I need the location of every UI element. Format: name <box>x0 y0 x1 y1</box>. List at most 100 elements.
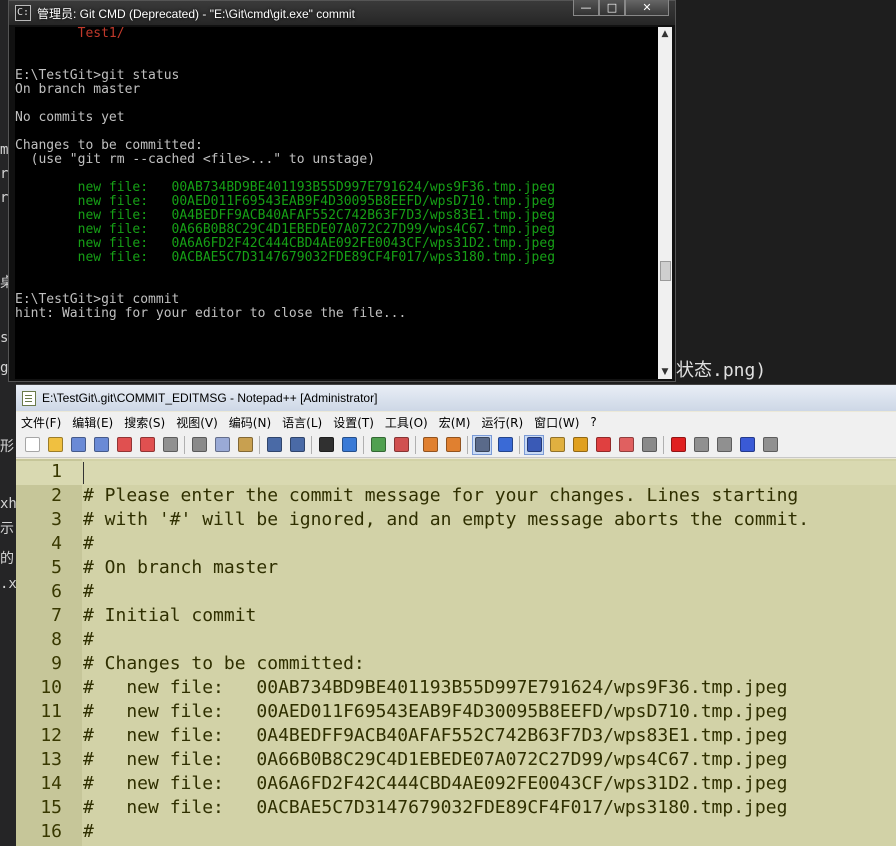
cmd-window[interactable]: C: 管理员: Git CMD (Deprecated) - "E:\Git\c… <box>8 0 676 382</box>
close-all-icon[interactable] <box>137 435 157 455</box>
editor-line[interactable]: 1 <box>16 461 896 485</box>
replace-icon[interactable] <box>339 435 359 455</box>
console-line: No commits yet <box>15 110 125 125</box>
save-icon[interactable] <box>68 435 88 455</box>
open-file-icon-glyph <box>47 437 63 452</box>
menu-item[interactable]: 语言(L) <box>277 414 328 431</box>
menu-item[interactable]: 窗口(W) <box>529 414 585 431</box>
editor-line[interactable]: 7 # Initial commit <box>16 605 896 629</box>
menu-item[interactable]: 编码(N) <box>224 414 277 431</box>
editor-line[interactable]: 2 # Please enter the commit message for y… <box>16 485 896 509</box>
find-icon[interactable] <box>316 435 336 455</box>
line-number: 13 <box>40 749 62 770</box>
editor-line[interactable]: 10 # new file: 00AB734BD9BE401193B55D997E… <box>16 677 896 701</box>
console-line: new file: 00AED011F69543EAB9F4D30095B8EE… <box>15 194 556 209</box>
close-file-icon[interactable] <box>114 435 134 455</box>
background-fragment: 的 <box>0 551 14 567</box>
word-wrap-icon-glyph <box>474 437 490 452</box>
show-all-chars-icon[interactable] <box>495 435 515 455</box>
menu-item[interactable]: 运行(R) <box>476 414 529 431</box>
menu-item[interactable]: 搜索(S) <box>119 414 171 431</box>
toolbar-separator <box>259 435 260 454</box>
line-number: 5 <box>51 557 62 578</box>
maximize-button[interactable]: □ <box>599 0 625 16</box>
save-all-icon[interactable] <box>91 435 111 455</box>
word-wrap-icon[interactable] <box>472 434 492 455</box>
editor-line[interactable]: 12 # new file: 0A4BEDFF9ACB40AFAF552C742B… <box>16 725 896 749</box>
monitoring-icon-glyph <box>641 437 657 452</box>
monitoring-icon[interactable] <box>639 435 659 455</box>
menu-item[interactable]: 宏(M) <box>434 414 477 431</box>
cmd-scrollbar[interactable]: ▲ ▼ <box>658 27 672 379</box>
paste-icon[interactable] <box>235 435 255 455</box>
menu-item[interactable]: 视图(V) <box>171 414 224 431</box>
sync-horizontal-icon[interactable] <box>443 435 463 455</box>
copy-icon[interactable] <box>212 435 232 455</box>
scroll-thumb[interactable] <box>660 261 671 281</box>
cmd-window-controls: — □ ✕ <box>573 0 669 18</box>
redo-icon[interactable] <box>287 435 307 455</box>
open-file-icon[interactable] <box>45 435 65 455</box>
zoom-in-icon-glyph <box>370 437 386 452</box>
document-map-icon[interactable] <box>570 435 590 455</box>
print-icon[interactable] <box>160 435 180 455</box>
menu-item[interactable]: 工具(O) <box>380 414 434 431</box>
cmd-console-output[interactable]: Test1/E:\TestGit>git status On branch mas… <box>15 27 661 379</box>
cmd-titlebar[interactable]: C: 管理员: Git CMD (Deprecated) - "E:\Git\c… <box>9 0 675 25</box>
show-all-chars-icon-glyph <box>497 437 513 452</box>
editor-line[interactable]: 13 # new file: 0A66B0B8C29C4D1EBEDE07A072… <box>16 749 896 773</box>
zoom-in-icon[interactable] <box>368 435 388 455</box>
close-button[interactable]: ✕ <box>625 0 669 16</box>
editor-line[interactable]: 3 # with '#' will be ignored, and an empt… <box>16 509 896 533</box>
background-filename-text: 状态.png) <box>676 360 767 381</box>
line-text: # On branch master <box>83 557 279 578</box>
sync-vertical-icon[interactable] <box>420 435 440 455</box>
line-text: # Changes to be committed: <box>83 653 365 674</box>
play-multiple-macro-icon[interactable] <box>737 435 757 455</box>
zoom-out-icon[interactable] <box>391 435 411 455</box>
editor-line[interactable]: 8 # <box>16 629 896 653</box>
notepadpp-window[interactable]: E:\TestGit\.git\COMMIT_EDITMSG - Notepad… <box>16 384 896 846</box>
editor-line[interactable]: 15 # new file: 0ACBAE5C7D3147679032FDE89C… <box>16 797 896 821</box>
npp-editor[interactable]: 1 2 # Please enter the commit message for … <box>16 459 896 846</box>
editor-line[interactable]: 6 # <box>16 581 896 605</box>
scroll-up-icon[interactable]: ▲ <box>658 27 672 41</box>
editor-line[interactable]: 4 # <box>16 533 896 557</box>
scroll-down-icon[interactable]: ▼ <box>658 365 672 379</box>
folder-as-workspace-icon-glyph <box>549 437 565 452</box>
editor-line[interactable]: 5 # On branch master <box>16 557 896 581</box>
editor-line[interactable]: 16 # <box>16 821 896 845</box>
console-line: Changes to be committed: <box>15 138 203 153</box>
minimize-button[interactable]: — <box>573 0 599 16</box>
line-text: # <box>83 581 94 602</box>
menu-item[interactable]: ? <box>585 415 602 429</box>
console-line: E:\TestGit>git status <box>15 68 180 83</box>
menu-item[interactable]: 设置(T) <box>328 414 380 431</box>
stop-macro-icon[interactable] <box>691 435 711 455</box>
console-line: new file: 0ACBAE5C7D3147679032FDE89CF4F0… <box>15 250 556 265</box>
editor-line[interactable]: 9 # Changes to be committed: <box>16 653 896 677</box>
paste-icon-glyph <box>237 437 253 452</box>
indent-guide-icon[interactable] <box>524 434 544 455</box>
play-macro-icon[interactable] <box>714 435 734 455</box>
cut-icon[interactable] <box>189 435 209 455</box>
folder-icon[interactable] <box>616 435 636 455</box>
console-line: new file: 0A6A6FD2F42C444CBD4AE092FE0043… <box>15 236 556 251</box>
function-list-icon[interactable] <box>593 435 613 455</box>
folder-as-workspace-icon[interactable] <box>547 435 567 455</box>
record-macro-icon[interactable] <box>668 435 688 455</box>
menu-item[interactable]: 编辑(E) <box>67 414 119 431</box>
cmd-window-title: 管理员: Git CMD (Deprecated) - "E:\Git\cmd\… <box>37 7 355 21</box>
indent-guide-icon-glyph <box>526 437 542 452</box>
line-text: # <box>83 533 94 554</box>
npp-titlebar[interactable]: E:\TestGit\.git\COMMIT_EDITMSG - Notepad… <box>16 385 896 411</box>
editor-line[interactable]: 14 # new file: 0A6A6FD2F42C444CBD4AE092FE… <box>16 773 896 797</box>
editor-line[interactable]: 11 # new file: 00AED011F69543EAB9F4D30095… <box>16 701 896 725</box>
new-file-icon[interactable] <box>22 435 42 455</box>
menu-item[interactable]: 文件(F) <box>16 414 67 431</box>
undo-icon[interactable] <box>264 435 284 455</box>
save-all-icon-glyph <box>93 437 109 452</box>
save-macro-icon[interactable] <box>760 435 780 455</box>
